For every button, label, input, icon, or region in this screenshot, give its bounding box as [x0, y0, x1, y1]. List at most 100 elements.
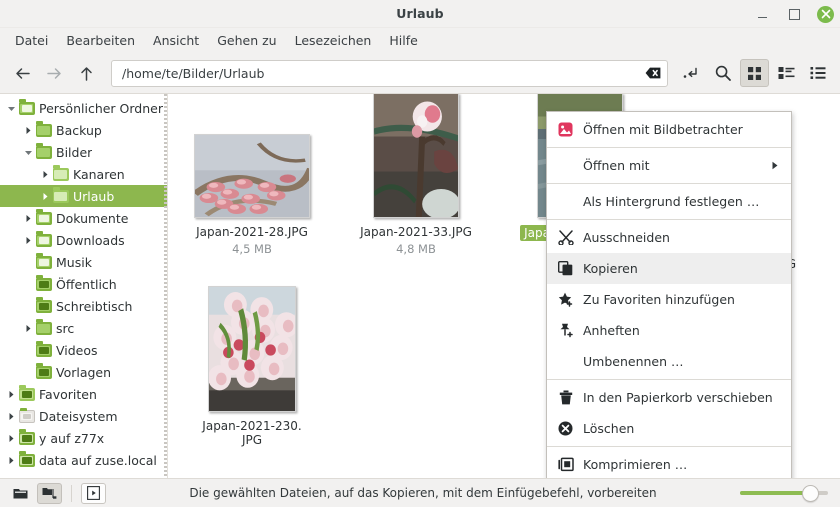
file-item[interactable]: Japan-2021-28.JPG 4,5 MB: [182, 100, 322, 256]
context-menu-item-komprimieren[interactable]: Komprimieren …: [547, 449, 791, 478]
sidebar-item-y-auf-z77x[interactable]: y auf z77x: [0, 427, 167, 449]
context-menu-item-als-hintergrund-festlegen[interactable]: Als Hintergrund festlegen …: [547, 186, 791, 217]
sidebar-item-src[interactable]: src: [0, 317, 167, 339]
show-sidebar-button[interactable]: [81, 482, 106, 504]
show-tree-button[interactable]: [37, 482, 62, 504]
compact-view-button[interactable]: [772, 59, 801, 87]
context-menu-item-zu-favoriten-hinzufügen[interactable]: Zu Favoriten hinzufügen: [547, 284, 791, 315]
folder-open-icon: [52, 187, 69, 203]
icon-view-button[interactable]: [740, 59, 769, 87]
context-menu-item-label: Öffnen mit Bildbetrachter: [583, 122, 743, 137]
file-item[interactable]: Japan-2021-33.JPG 4,8 MB: [346, 94, 486, 256]
sidebar-item-bilder[interactable]: Bilder: [0, 141, 167, 163]
sidebar-item-label: Öffentlich: [56, 276, 117, 292]
path-bar[interactable]: /home/te/Bilder/Urlaub: [111, 59, 668, 87]
chevron-right-icon[interactable]: [21, 324, 35, 333]
menu-datei[interactable]: Datei: [6, 30, 57, 51]
file-thumbnail[interactable]: [208, 286, 296, 412]
file-item[interactable]: Japan-2021-230. JPG: [182, 286, 322, 447]
chevron-right-icon[interactable]: [4, 390, 18, 399]
file-view[interactable]: Japan-2021-28.JPG 4,5 MB Japan-2021-33.JPG…: [168, 94, 840, 478]
cherry-blossom-thumb: [373, 94, 459, 218]
sidebar-item-label: Musik: [56, 254, 92, 270]
sidebar-item-vorlagen[interactable]: Vorlagen: [0, 361, 167, 383]
sidebar-resize-handle[interactable]: [164, 94, 167, 478]
chevron-right-icon[interactable]: [38, 170, 52, 179]
up-button[interactable]: [71, 59, 101, 87]
sidebar-item-favoriten[interactable]: Favoriten: [0, 383, 167, 405]
chevron-right-icon[interactable]: [4, 434, 18, 443]
sidebar-item-ffentlich[interactable]: Öffentlich: [0, 273, 167, 295]
detailed-view-button[interactable]: [804, 59, 833, 87]
delete-circle-icon: [556, 421, 575, 436]
sidebar-item-backup[interactable]: Backup: [0, 119, 167, 141]
forward-button[interactable]: [39, 59, 69, 87]
menu-lesezeichen[interactable]: Lesezeichen: [286, 30, 381, 51]
context-menu-item-umbenennen[interactable]: Umbenennen …: [547, 346, 791, 377]
status-separator: [71, 484, 72, 502]
menu-ansicht[interactable]: Ansicht: [144, 30, 208, 51]
star-plus-icon: [556, 292, 575, 307]
desktop-folder-icon-wrap: [35, 297, 52, 313]
sidebar-item-dokumente[interactable]: Dokumente: [0, 207, 167, 229]
clear-path-button[interactable]: [645, 67, 661, 80]
file-name-label: Japan-2021-33.JPG: [360, 225, 472, 239]
search-button[interactable]: [708, 59, 737, 87]
places-icon: [13, 488, 28, 498]
sidebar-item-label: Vorlagen: [56, 364, 112, 380]
sidebar-item-data-auf-zuse-local[interactable]: data auf zuse.local: [0, 449, 167, 471]
chevron-down-icon[interactable]: [21, 148, 35, 157]
back-button[interactable]: [7, 59, 37, 87]
sidebar-item-schreibtisch[interactable]: Schreibtisch: [0, 295, 167, 317]
context-menu-item-in-den-papierkorb-verschieben[interactable]: In den Papierkorb verschieben: [547, 382, 791, 413]
sidebar-item-dateisystem[interactable]: Dateisystem: [0, 405, 167, 427]
chevron-right-icon[interactable]: [21, 126, 35, 135]
path-entry-icon: [683, 67, 697, 78]
file-size-label: 4,5 MB: [232, 242, 272, 256]
sidebar-item-videos[interactable]: Videos: [0, 339, 167, 361]
menu-gehen-zu[interactable]: Gehen zu: [208, 30, 285, 51]
sidebar[interactable]: Persönlicher Ordner Backup Bilder Kanaren Ur…: [0, 94, 168, 478]
copy-icon: [556, 261, 575, 276]
sidebar-item-downloads[interactable]: Downloads: [0, 229, 167, 251]
sidebar-item-urlaub[interactable]: Urlaub: [0, 185, 167, 207]
chevron-right-icon[interactable]: [4, 456, 18, 465]
zoom-slider[interactable]: [740, 483, 828, 503]
context-menu-item-kopieren[interactable]: Kopieren: [547, 253, 791, 284]
context-menu-item-anheften[interactable]: Anheften: [547, 315, 791, 346]
zoom-slider-knob[interactable]: [802, 485, 819, 502]
context-menu-item-ausschneiden[interactable]: Ausschneiden: [547, 222, 791, 253]
desktop-folder-icon: [35, 297, 52, 313]
chevron-right-icon[interactable]: [21, 214, 35, 223]
folder-icon: [35, 121, 52, 137]
sidebar-item-pers-nlicher-ordner[interactable]: Persönlicher Ordner: [0, 97, 167, 119]
context-menu-item-öffnen-mit[interactable]: Öffnen mit: [547, 150, 791, 181]
close-button[interactable]: [817, 5, 834, 23]
menu-bar: Datei Bearbeiten Ansicht Gehen zu Leseze…: [0, 28, 840, 53]
context-menu-separator: [547, 446, 791, 447]
show-places-button[interactable]: [8, 483, 33, 504]
file-thumbnail[interactable]: [373, 94, 459, 218]
chevron-right-icon[interactable]: [4, 412, 18, 421]
chevron-down-icon[interactable]: [4, 104, 18, 113]
sidebar-item-label: Dokumente: [56, 210, 129, 226]
menu-bearbeiten[interactable]: Bearbeiten: [57, 30, 144, 51]
context-menu-item-öffnen-mit-bildbetrachter[interactable]: Öffnen mit Bildbetrachter: [547, 114, 791, 145]
minimize-button[interactable]: [753, 5, 771, 23]
sidebar-item-musik[interactable]: Musik: [0, 251, 167, 273]
context-menu[interactable]: Öffnen mit Bildbetrachter Öffnen mit Als H…: [546, 111, 792, 478]
path-entry-toggle-button[interactable]: [676, 59, 705, 87]
sidebar-item-label: Schreibtisch: [56, 298, 133, 314]
sidebar-item-kanaren[interactable]: Kanaren: [0, 163, 167, 185]
context-menu-item-löschen[interactable]: Löschen: [547, 413, 791, 444]
public-folder-icon: [35, 275, 52, 291]
path-input[interactable]: /home/te/Bilder/Urlaub: [122, 66, 645, 81]
file-thumbnail[interactable]: [194, 100, 310, 218]
maximize-button[interactable]: [785, 5, 803, 23]
close-icon: [821, 9, 830, 19]
videos-folder-icon-wrap: [35, 341, 52, 357]
folder-icon-wrap: [35, 319, 52, 335]
chevron-right-icon[interactable]: [21, 236, 35, 245]
chevron-right-icon[interactable]: [38, 192, 52, 201]
menu-hilfe[interactable]: Hilfe: [380, 30, 426, 51]
